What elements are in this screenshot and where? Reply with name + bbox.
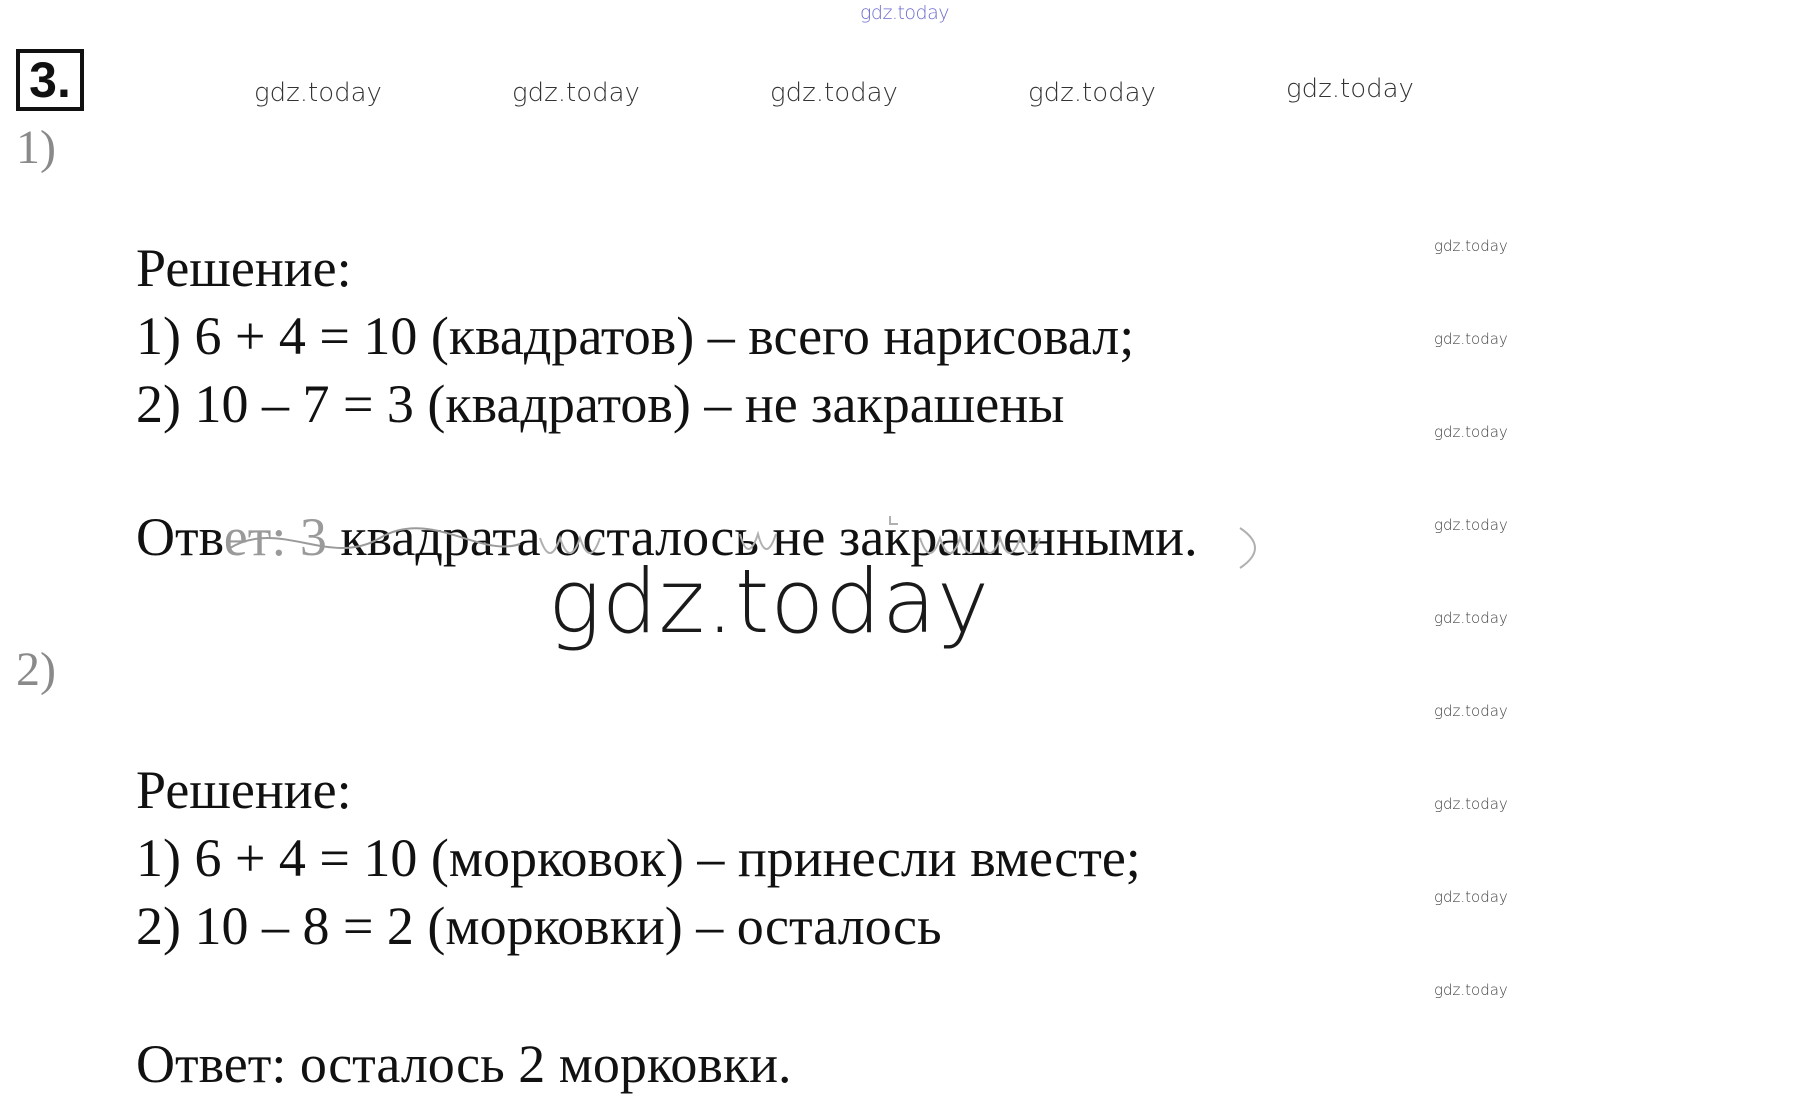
watermark-side-4: gdz.today: [1434, 516, 1508, 534]
part-1-answer-faded: ет: 3: [223, 507, 327, 567]
watermark-row-4: gdz.today: [1028, 78, 1156, 108]
watermark-row-3: gdz.today: [770, 78, 898, 108]
part-1-answer-start: Отв: [136, 507, 224, 567]
watermark-side-9: gdz.today: [1434, 981, 1508, 999]
watermark-side-8: gdz.today: [1434, 888, 1508, 906]
watermark-row-1: gdz.today: [254, 78, 382, 108]
part-1-heading: Решение:: [136, 238, 352, 298]
watermark-row-5: gdz.today: [1286, 74, 1414, 104]
watermark-side-2: gdz.today: [1434, 330, 1508, 348]
watermark-large: gdz.today: [548, 550, 991, 653]
watermark-side-6: gdz.today: [1434, 702, 1508, 720]
part-2-step-2: 2) 10 – 8 = 2 (морковки) – осталось: [136, 896, 942, 956]
watermark-side-3: gdz.today: [1434, 423, 1508, 441]
watermark-top: gdz.today: [860, 2, 950, 24]
watermark-row-2: gdz.today: [512, 78, 640, 108]
part-2-label: 2): [16, 643, 56, 696]
watermark-side-1: gdz.today: [1434, 237, 1508, 255]
watermark-side-5: gdz.today: [1434, 609, 1508, 627]
part-1-label: 1): [16, 121, 56, 174]
part-1-step-2: 2) 10 – 7 = 3 (квадратов) – не закрашены: [136, 374, 1065, 434]
part-2-heading: Решение:: [136, 760, 352, 820]
part-2-step-1: 1) 6 + 4 = 10 (морковок) – принесли вмес…: [136, 828, 1141, 888]
part-1-step-1: 1) 6 + 4 = 10 (квадратов) – всего нарисо…: [136, 306, 1135, 366]
part-2-answer: Ответ: осталось 2 морковки.: [136, 1034, 792, 1094]
watermark-side-7: gdz.today: [1434, 795, 1508, 813]
task-number: 3.: [16, 49, 84, 111]
